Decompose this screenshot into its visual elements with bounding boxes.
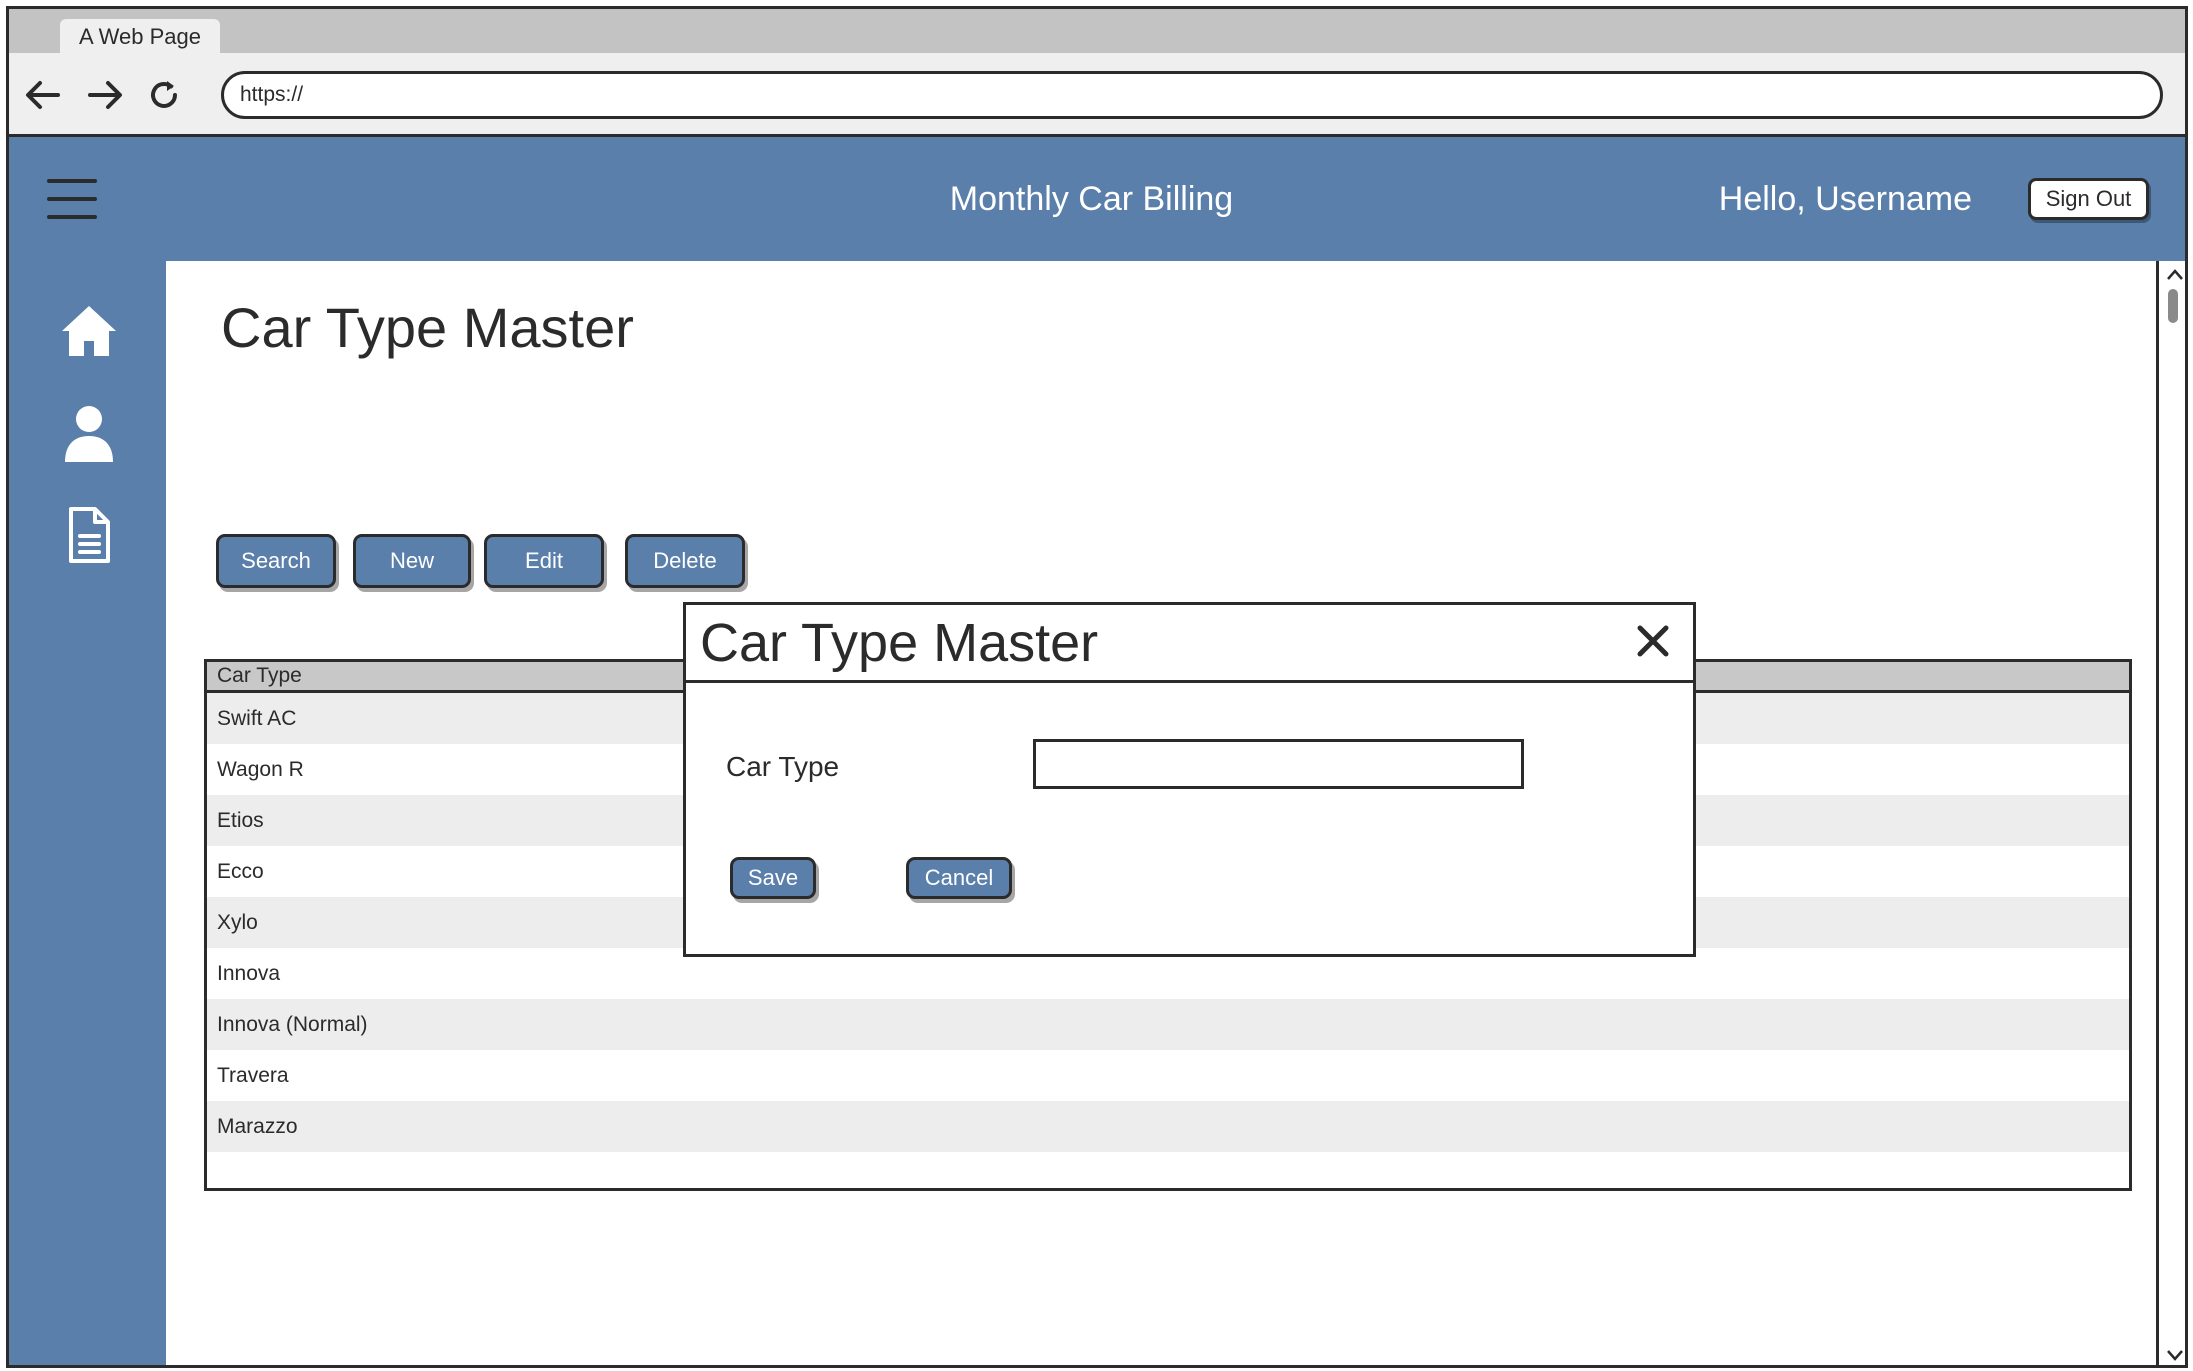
address-bar: https:// bbox=[9, 53, 2185, 137]
modal-title: Car Type Master bbox=[700, 613, 1099, 673]
cancel-button[interactable]: Cancel bbox=[906, 857, 1012, 899]
reload-icon[interactable] bbox=[142, 73, 186, 117]
page-title: Car Type Master bbox=[221, 296, 634, 359]
back-arrow-icon[interactable] bbox=[21, 73, 65, 117]
home-icon[interactable] bbox=[57, 299, 121, 363]
table-row[interactable]: Marazzo bbox=[207, 1101, 2129, 1152]
search-button[interactable]: Search bbox=[216, 534, 336, 588]
app-header: Monthly Car Billing Hello, Username Sign… bbox=[9, 137, 2185, 261]
save-button[interactable]: Save bbox=[730, 857, 816, 899]
new-button[interactable]: New bbox=[353, 534, 471, 588]
forward-arrow-icon[interactable] bbox=[83, 73, 127, 117]
user-greeting: Hello, Username bbox=[1718, 180, 1972, 218]
vertical-scrollbar[interactable] bbox=[2156, 261, 2185, 1365]
sidebar bbox=[9, 261, 166, 1365]
tab-bar: A Web Page bbox=[9, 9, 2185, 55]
car-type-modal: Car Type Master Car Type Save Cancel bbox=[683, 602, 1696, 957]
table-row[interactable]: Travera bbox=[207, 1050, 2129, 1101]
user-icon[interactable] bbox=[57, 401, 121, 465]
scroll-thumb[interactable] bbox=[2168, 289, 2178, 323]
table-row[interactable]: Innova (Normal) bbox=[207, 999, 2129, 1050]
scroll-up-icon[interactable] bbox=[2165, 265, 2185, 285]
close-icon[interactable] bbox=[1635, 623, 1671, 659]
url-field[interactable]: https:// bbox=[221, 71, 2163, 119]
scroll-down-icon[interactable] bbox=[2165, 1345, 2185, 1365]
modal-header: Car Type Master bbox=[686, 605, 1693, 683]
delete-button[interactable]: Delete bbox=[625, 534, 745, 588]
browser-tab[interactable]: A Web Page bbox=[60, 19, 220, 55]
document-icon[interactable] bbox=[57, 503, 121, 567]
sign-out-button[interactable]: Sign Out bbox=[2028, 178, 2149, 220]
car-type-label: Car Type bbox=[726, 751, 840, 782]
car-type-input[interactable] bbox=[1033, 739, 1524, 789]
edit-button[interactable]: Edit bbox=[484, 534, 604, 588]
